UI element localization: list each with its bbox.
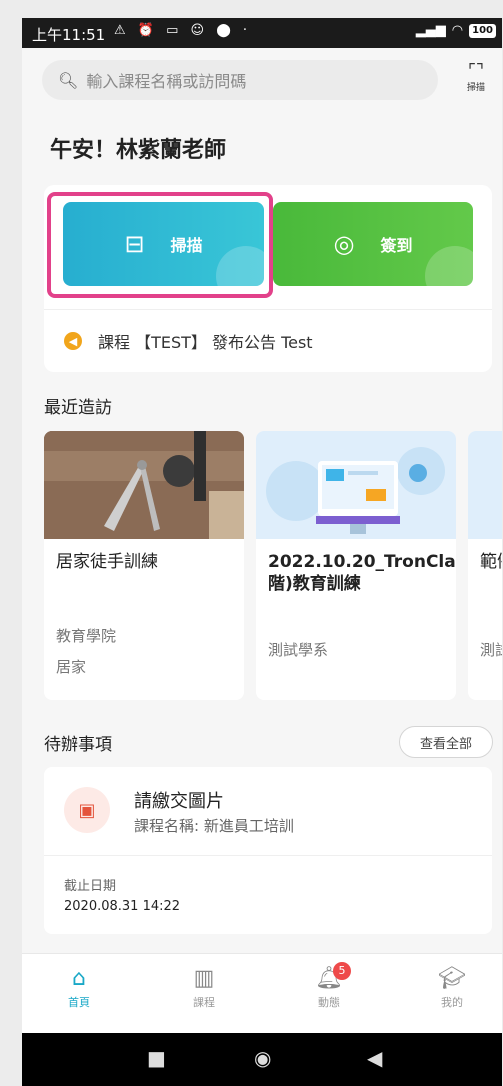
tab-courses[interactable]: ▥ 課程 [169, 964, 239, 1010]
todo-item-title: 請繳交圖片 [134, 791, 224, 812]
highlight-box [47, 192, 273, 298]
location-check-icon: ◎ [333, 230, 355, 258]
deadline-value: 2020.08.31 14:22 [64, 899, 181, 914]
signin-button[interactable]: ◎ 簽到 [273, 202, 473, 286]
view-all-button[interactable]: 查看全部 [399, 726, 493, 758]
course-card[interactable]: 範例範例 測試 [468, 431, 502, 700]
scan-icon: ⌜⌝ [468, 61, 484, 81]
battery-level: 100 [469, 23, 496, 38]
course-place: 居家 [56, 658, 87, 676]
course-image [468, 431, 502, 539]
bottom-tab-bar: ⌂ 首頁 ▥ 課程 🔔︎ 5 動態 🎓︎ 我的 [22, 953, 502, 1033]
course-dept: 測試學系 [268, 641, 329, 659]
status-time: 上午11:51 [32, 26, 106, 44]
course-card[interactable]: 2022.10.20_TronClass(初階)教育訓練 測試學系 [256, 431, 456, 700]
book-icon: ▥ [193, 966, 215, 991]
course-dept: 測試 [480, 641, 502, 659]
greeting-title: 午安！林紫蘭老師 [50, 138, 227, 163]
deadline-label: 截止日期 [64, 879, 117, 894]
recent-title: 最近造訪 [44, 398, 112, 418]
tab-home[interactable]: ⌂ 首頁 [44, 964, 114, 1010]
todo-card[interactable]: ▣ 請繳交圖片 課程名稱: 新進員工培訓 截止日期 2020.08.31 14:… [44, 767, 492, 934]
course-image [256, 431, 456, 539]
tab-label: 動態 [318, 996, 340, 1009]
system-nav-bar: ■ ◉ ◀ [22, 1033, 502, 1086]
phone-screen: 上午11:51 ⚠ ⏰ ▭ ☺ ⬤ · ▂▄▆ ◠ 100 🔍︎ 輸入課程名稱或… [22, 18, 502, 1086]
divider [44, 855, 492, 856]
scan-label: 掃描 [466, 83, 485, 93]
signal-icon: ▂▄▆ [415, 23, 446, 38]
speaker-icon: ◀ [64, 332, 82, 350]
wifi-icon: ◠ [451, 23, 464, 38]
recents-icon[interactable]: ■ [147, 1046, 166, 1070]
scan-button-top[interactable]: ⌜⌝ 掃描 [459, 62, 493, 93]
course-title: 範例範例 [480, 552, 502, 572]
home-icon: ⌂ [72, 966, 86, 991]
course-title: 居家徒手訓練 [56, 552, 158, 572]
course-card[interactable]: 居家徒手訓練 教育學院 居家 [44, 431, 244, 700]
todo-title: 待辦事項 [44, 735, 112, 755]
tab-label: 課程 [193, 996, 215, 1009]
search-icon: 🔍︎ [58, 70, 79, 90]
tab-label: 我的 [441, 996, 463, 1009]
assignment-icon: ▣ [64, 787, 110, 833]
announcement-text: 課程 【TEST】 發布公告 Test [98, 333, 313, 352]
tab-label: 首頁 [68, 996, 90, 1009]
announcement-row[interactable]: ◀ 課程 【TEST】 發布公告 Test [44, 309, 492, 372]
back-icon[interactable]: ◀ [367, 1046, 382, 1070]
home-nav-icon[interactable]: ◉ [254, 1046, 271, 1070]
search-placeholder: 輸入課程名稱或訪問碼 [86, 72, 247, 91]
tab-activity[interactable]: 🔔︎ 5 動態 [294, 962, 364, 1010]
notification-badge: 5 [333, 962, 351, 980]
status-bar: 上午11:51 ⚠ ⏰ ▭ ☺ ⬤ · ▂▄▆ ◠ 100 [22, 18, 502, 48]
course-title: 2022.10.20_TronClass(初階)教育訓練 [268, 552, 456, 594]
signin-button-label: 簽到 [380, 236, 413, 255]
status-right: ▂▄▆ ◠ 100 [416, 23, 496, 38]
search-input[interactable]: 🔍︎ 輸入課程名稱或訪問碼 [42, 60, 438, 100]
bell-icon: 🔔︎ [315, 966, 343, 991]
todo-item-course: 課程名稱: 新進員工培訓 [134, 817, 294, 835]
profile-icon: 🎓︎ [438, 966, 466, 991]
tab-profile[interactable]: 🎓︎ 我的 [417, 964, 487, 1010]
course-dept: 教育學院 [56, 627, 117, 645]
course-image [44, 431, 244, 539]
notification-icons: ⚠ ⏰ ▭ ☺ ⬤ · [114, 23, 252, 38]
